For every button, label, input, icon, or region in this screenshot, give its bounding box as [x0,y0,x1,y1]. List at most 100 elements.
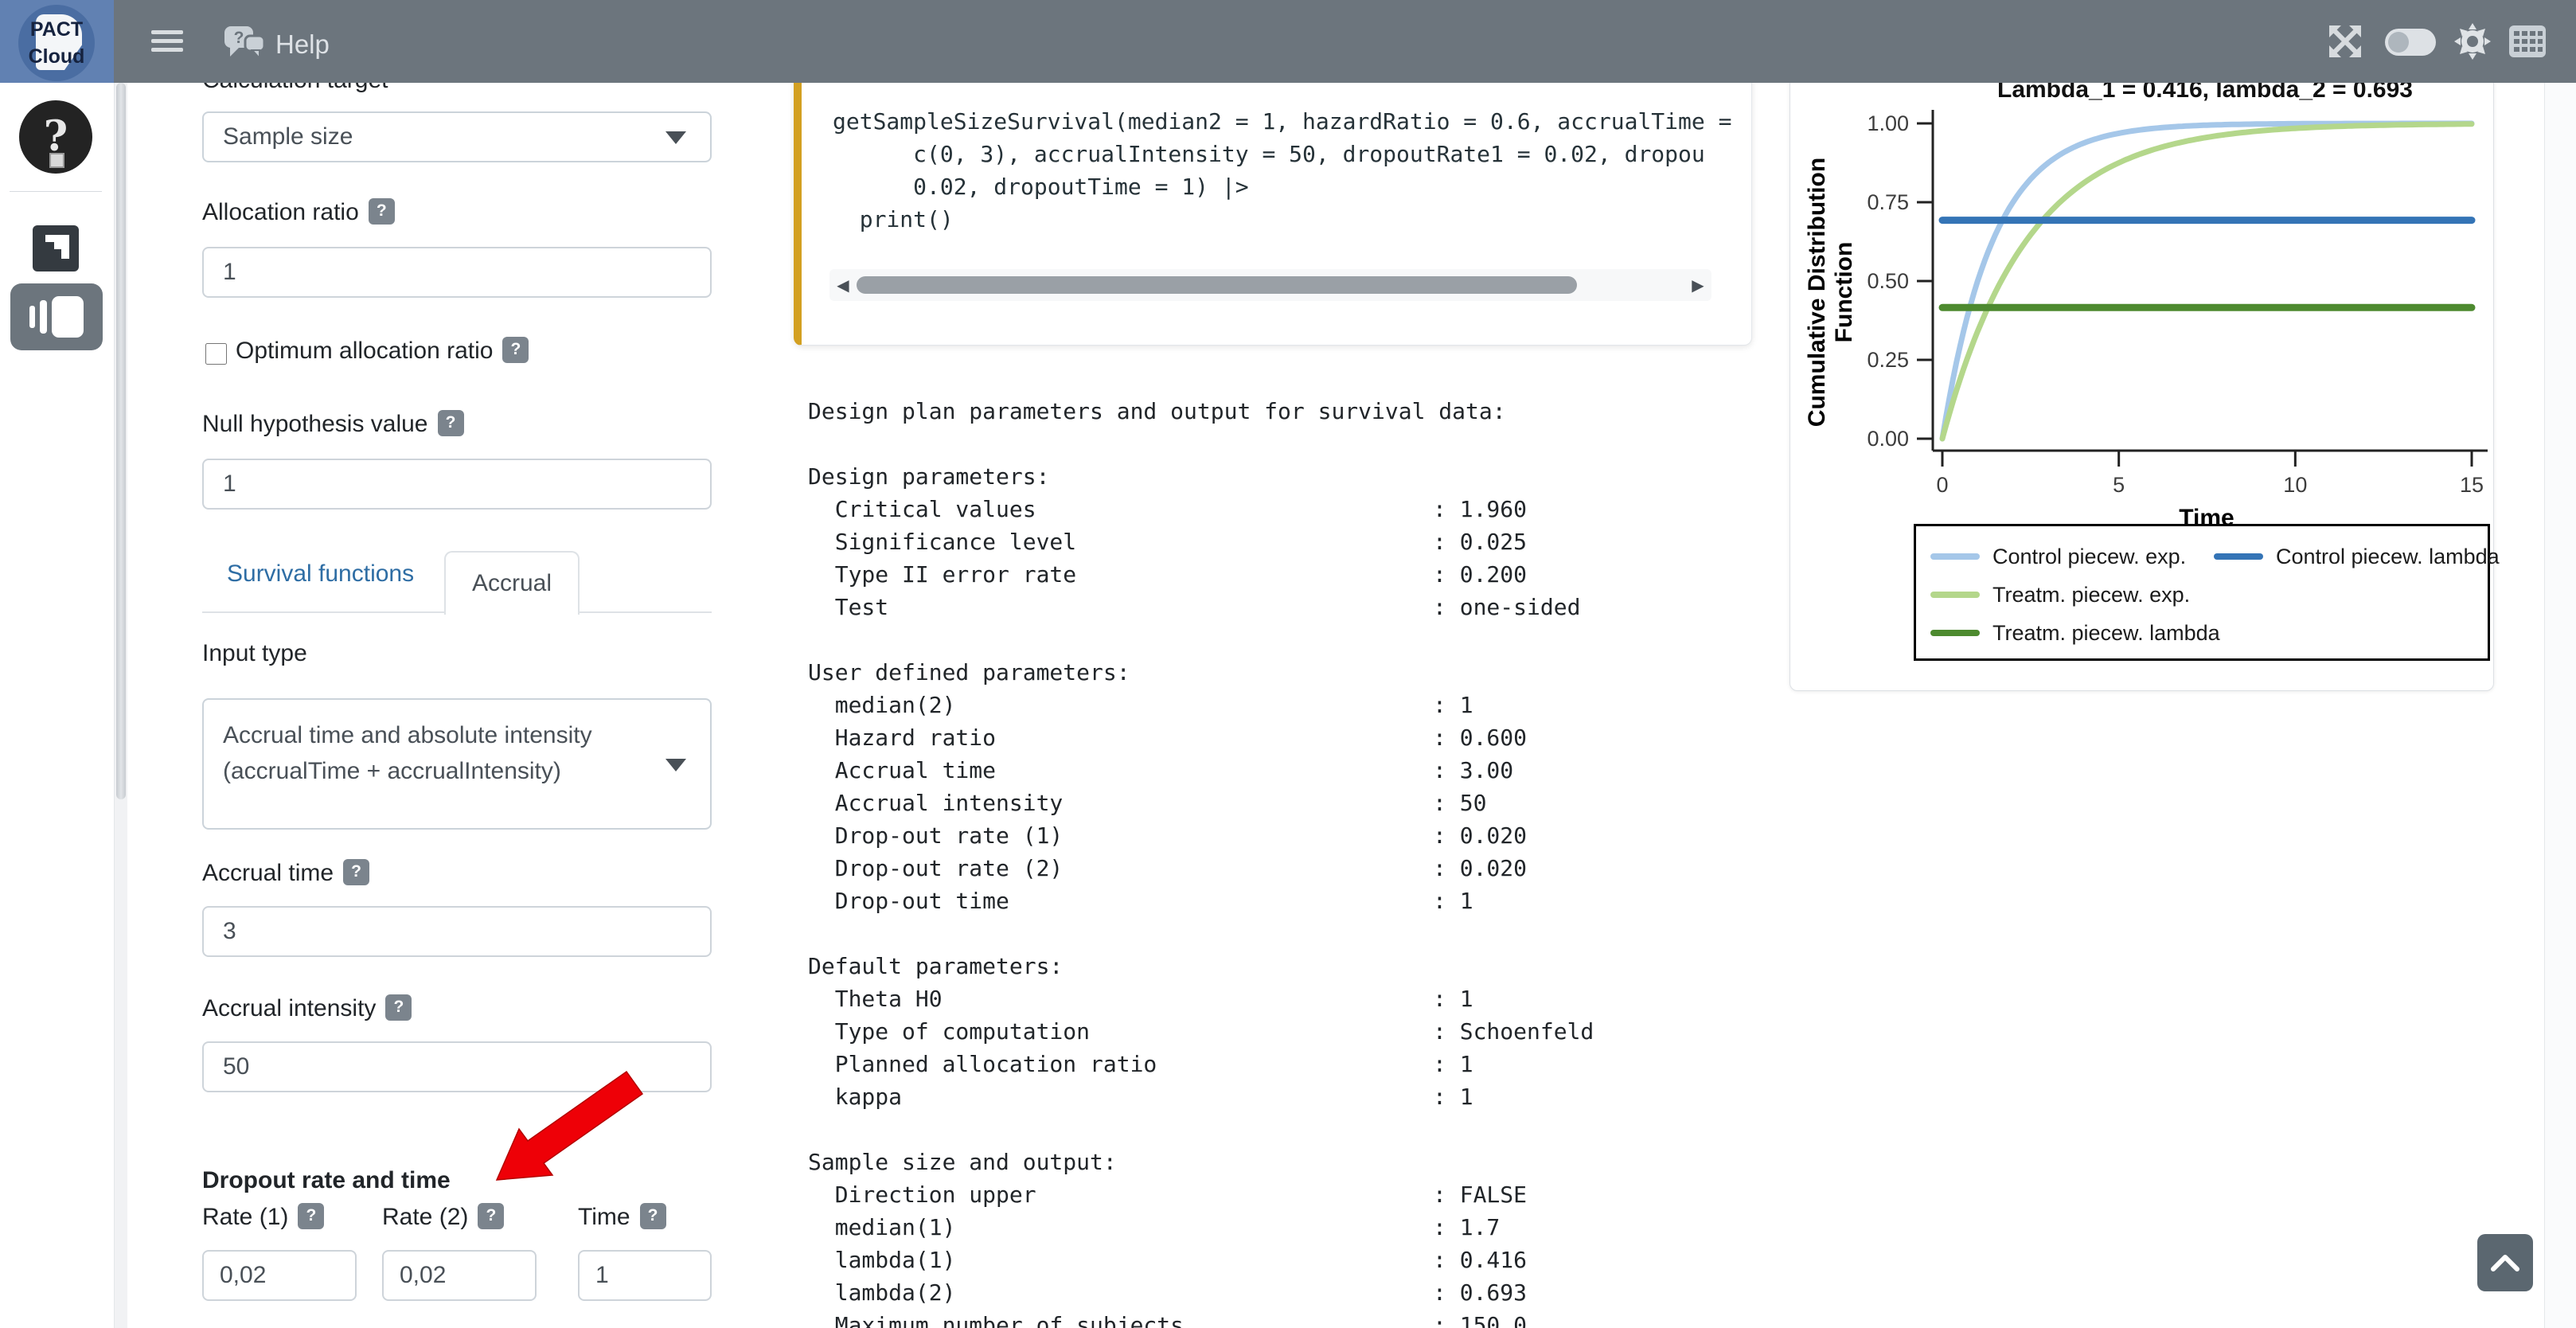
optimum-allocation-checkbox[interactable] [205,343,227,365]
chevron-up-icon [2490,1253,2520,1272]
help-button[interactable]: ? Help [223,24,330,64]
sidebar-divider [10,191,102,192]
input-type-label: Input type [202,640,307,667]
svg-text:1.00: 1.00 [1867,111,1909,135]
settings-sun-icon[interactable] [2453,22,2492,64]
help-badge-icon[interactable]: ? [502,337,529,363]
code-scrollbar-thumb[interactable] [857,276,1577,294]
scroll-right-icon[interactable]: ▶ [1684,275,1711,295]
left-icon-sidebar: ? [0,0,115,1328]
help-badge-icon[interactable]: ? [640,1203,666,1229]
svg-text:0.00: 0.00 [1867,427,1909,451]
help-badge-icon[interactable]: ? [369,198,395,225]
allocation-ratio-input[interactable] [202,247,712,298]
chart-legend: Control piecew. exp.Control piecew. lamb… [1914,524,2490,661]
accrual-intensity-label: Accrual intensity ? [202,995,412,1022]
legend-row: Control piecew. exp.Control piecew. lamb… [1930,537,2488,576]
output-line: Drop-out time: 1 [808,888,1779,920]
help-label: Help [275,29,330,60]
logo-line1: PACT [18,18,95,41]
output-line: lambda(1): 0.416 [808,1247,1779,1279]
toggle-knob [2388,32,2409,53]
form-panel-scrollbar-thumb[interactable] [116,83,126,799]
help-badge-icon[interactable]: ? [298,1203,324,1229]
legend-entry: Control piecew. lambda [2214,545,2500,569]
app-root: ? Help [0,0,2576,1328]
legend-entry: Control piecew. exp. [1930,545,2214,569]
legend-swatch-icon [1930,553,1980,560]
dropout-time-label: Time ? [578,1204,666,1231]
svg-text:0.25: 0.25 [1867,348,1909,372]
scroll-left-icon[interactable]: ◀ [829,275,857,295]
dropout-rate2-label: Rate (2) ? [382,1204,504,1231]
code-horizontal-scrollbar[interactable]: ◀ ▶ [829,269,1711,301]
chart-x-axis-label: Time [2127,505,2286,532]
legend-swatch-icon [2214,553,2263,560]
sidebar-item-panel-active[interactable] [10,283,103,350]
dropout-rate1-input[interactable] [202,1250,357,1301]
help-badge-icon[interactable]: ? [343,859,369,885]
accrual-time-input[interactable] [202,906,712,957]
tab-survival-functions[interactable]: Survival functions [227,560,414,588]
legend-label: Control piecew. lambda [2276,545,2500,569]
help-badge-icon[interactable]: ? [438,410,464,436]
legend-entry: Treatm. piecew. lambda [1930,621,2214,646]
output-line: Maximum number of subjects: 150.0 [808,1312,1779,1328]
null-hypothesis-input[interactable] [202,459,712,510]
output-line [808,1116,1779,1149]
legend-entry: Treatm. piecew. exp. [1930,583,2214,607]
scroll-to-top-button[interactable] [2477,1234,2533,1291]
null-hypothesis-label: Null hypothesis value ? [202,411,464,438]
output-line: lambda(2): 0.693 [808,1279,1779,1312]
dropout-rate1-label: Rate (1) ? [202,1204,324,1231]
chevron-down-icon [665,759,686,771]
tab-accrual[interactable]: Accrual [444,551,580,615]
logo-circle-icon: PACT Cloud [18,5,95,81]
dropout-section-heading: Dropout rate and time [202,1167,451,1194]
legend-swatch-icon [1930,592,1980,598]
output-line: Design plan parameters and output for su… [808,398,1779,431]
legend-label: Treatm. piecew. exp. [1992,583,2190,607]
page-scrollbar[interactable] [2544,83,2576,1328]
dropout-time-input[interactable] [578,1250,712,1301]
output-line [808,431,1779,463]
qr-chip [49,153,64,168]
design-plan-output: Design plan parameters and output for su… [808,398,1779,1328]
top-header-bar: ? Help [0,0,2576,83]
output-line: kappa: 1 [808,1084,1779,1116]
theme-toggle[interactable] [2385,29,2436,56]
output-line: Design parameters: [808,463,1779,496]
svg-text:0.50: 0.50 [1867,269,1909,293]
output-line: Drop-out rate (1): 0.020 [808,822,1779,855]
output-line: Drop-out rate (2): 0.020 [808,855,1779,888]
app-logo[interactable]: PACT Cloud [0,0,114,83]
output-line: Theta H0: 1 [808,986,1779,1018]
calculation-target-select[interactable]: Sample size [202,111,712,162]
output-line: Accrual time: 3.00 [808,757,1779,790]
output-line: Default parameters: [808,953,1779,986]
output-line: Type II error rate: 0.200 [808,561,1779,594]
hamburger-menu-icon[interactable] [151,30,183,54]
cdf-plot: 0.000.250.500.751.00051015 [1815,96,2500,510]
output-line: User defined parameters: [808,659,1779,692]
help-badge-icon[interactable]: ? [478,1203,504,1229]
help-chat-icon: ? [223,24,266,64]
output-line: median(2): 1 [808,692,1779,725]
input-type-select[interactable]: Accrual time and absolute intensity (acc… [202,698,712,830]
accrual-time-label: Accrual time ? [202,860,369,887]
dropout-rate2-input[interactable] [382,1250,537,1301]
red-annotation-arrow [487,1067,646,1186]
help-badge-icon[interactable]: ? [385,994,412,1021]
output-line: Accrual intensity: 50 [808,790,1779,822]
optimum-allocation-label: Optimum allocation ratio ? [236,338,529,365]
chevron-down-icon [665,131,686,144]
svg-text:0.75: 0.75 [1867,190,1909,214]
sidebar-item-flag-icon[interactable] [33,225,79,271]
output-line: Type of computation: Schoenfeld [808,1018,1779,1051]
grid-apps-icon[interactable] [2509,25,2546,61]
output-line: Direction upper: FALSE [808,1182,1779,1214]
fullscreen-icon[interactable] [2328,24,2363,63]
output-line: Planned allocation ratio: 1 [808,1051,1779,1084]
output-line: Hazard ratio: 0.600 [808,725,1779,757]
svg-text:10: 10 [2283,473,2307,497]
